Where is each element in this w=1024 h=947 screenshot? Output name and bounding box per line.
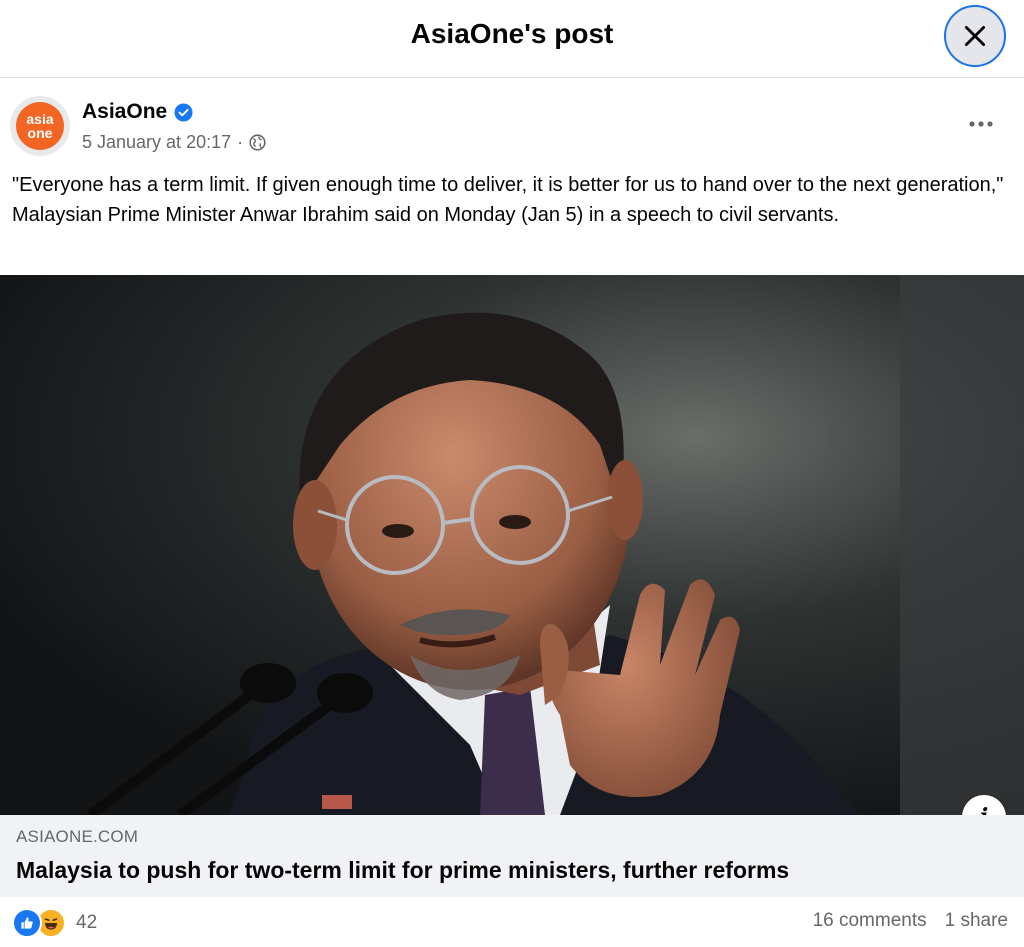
- post-text: "Everyone has a term limit. If given eno…: [12, 174, 1004, 226]
- link-domain: ASIAONE.COM: [16, 827, 139, 846]
- comments-count[interactable]: 16 comments: [813, 910, 927, 932]
- more-options-icon[interactable]: [966, 114, 996, 134]
- verified-badge-icon: [174, 102, 193, 122]
- post-meta: 5 January at 20:17 ·: [82, 132, 266, 153]
- asiaone-logo: asia one: [16, 102, 64, 150]
- author-name-text[interactable]: AsiaOne: [82, 100, 167, 124]
- dialog-title: AsiaOne's post: [410, 18, 614, 49]
- author-name[interactable]: AsiaOne: [82, 100, 193, 124]
- post-photo[interactable]: [0, 275, 1024, 815]
- avatar-text-bottom: one: [27, 125, 53, 141]
- avatar-text-top: asia: [26, 111, 54, 127]
- link-preview[interactable]: ASIAONE.COM Malaysia to push for two-ter…: [0, 815, 1024, 897]
- shares-count[interactable]: 1 share: [945, 910, 1008, 932]
- close-icon: [964, 25, 986, 47]
- like-reaction-icon: [12, 908, 42, 938]
- reactions-summary[interactable]: 42: [12, 908, 97, 938]
- reaction-count: 42: [76, 912, 98, 933]
- close-button[interactable]: [944, 5, 1006, 67]
- speaker-photo: [0, 275, 1024, 815]
- author-avatar[interactable]: asia one: [10, 96, 70, 156]
- meta-separator: ·: [237, 132, 244, 152]
- globe-icon: [249, 134, 266, 151]
- post-dialog-header: AsiaOne's post: [0, 0, 1024, 78]
- engagement-stats: 16 comments 1 share: [813, 910, 1008, 932]
- post-date[interactable]: 5 January at 20:17: [82, 132, 231, 153]
- link-title[interactable]: Malaysia to push for two-term limit for …: [16, 857, 789, 884]
